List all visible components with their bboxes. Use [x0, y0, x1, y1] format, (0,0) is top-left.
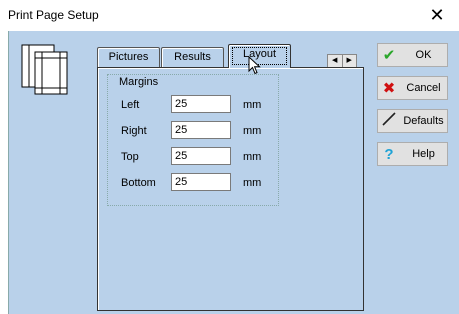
tab-scroll-arrows: ◀ ▶	[327, 54, 357, 68]
mouse-pointer-icon	[248, 56, 261, 75]
x-icon: ✖	[382, 80, 396, 97]
ok-button[interactable]: ✔ OK	[377, 43, 448, 67]
right-margin-input[interactable]	[171, 121, 231, 139]
page-setup-pages-icon	[21, 44, 68, 95]
right-margin-unit: mm	[243, 125, 262, 137]
margins-group-title: Margins	[119, 76, 159, 88]
left-margin-unit: mm	[243, 99, 262, 111]
help-button-label: Help	[412, 148, 435, 160]
top-margin-input[interactable]	[171, 147, 231, 165]
tab-pictures[interactable]: Pictures	[97, 47, 160, 67]
bottom-margin-unit: mm	[243, 177, 262, 189]
cancel-button-label: Cancel	[406, 82, 441, 94]
question-mark-icon: ?	[384, 145, 394, 163]
help-button[interactable]: ? Help	[377, 142, 448, 166]
window-title: Print Page Setup	[8, 8, 99, 22]
defaults-button-label: Defaults	[403, 115, 444, 127]
bottom-margin-input[interactable]	[171, 173, 231, 191]
tab-pictures-label: Pictures	[108, 51, 149, 63]
close-button[interactable]: ✕	[415, 0, 459, 31]
left-margin-input[interactable]	[171, 95, 231, 113]
ok-button-label: OK	[415, 49, 432, 61]
margins-group: Margins Left mm Right mm Top mm Bottom m…	[107, 74, 279, 206]
layout-tab-panel: Margins Left mm Right mm Top mm Bottom m…	[97, 67, 364, 311]
tab-scroll-left-icon[interactable]: ◀	[328, 55, 342, 67]
tab-scroll-right-icon[interactable]: ▶	[341, 55, 357, 67]
title-bar[interactable]: Print Page Setup ✕	[0, 0, 459, 31]
top-margin-unit: mm	[243, 151, 262, 163]
right-margin-label: Right	[121, 125, 147, 137]
pen-icon	[378, 112, 400, 130]
dialog-client-area: Pictures Results Layout ◀ ▶ Margins Left…	[8, 31, 459, 314]
tab-results[interactable]: Results	[161, 47, 224, 67]
checkmark-icon: ✔	[382, 47, 396, 64]
tab-results-label: Results	[174, 51, 211, 63]
print-page-setup-dialog: Print Page Setup ✕ Pictures Results Layo…	[0, 0, 459, 314]
defaults-button[interactable]: Defaults	[377, 109, 448, 133]
cancel-button[interactable]: ✖ Cancel	[377, 76, 448, 100]
left-margin-label: Left	[121, 99, 140, 111]
top-margin-label: Top	[121, 151, 139, 163]
bottom-margin-label: Bottom	[121, 177, 156, 189]
